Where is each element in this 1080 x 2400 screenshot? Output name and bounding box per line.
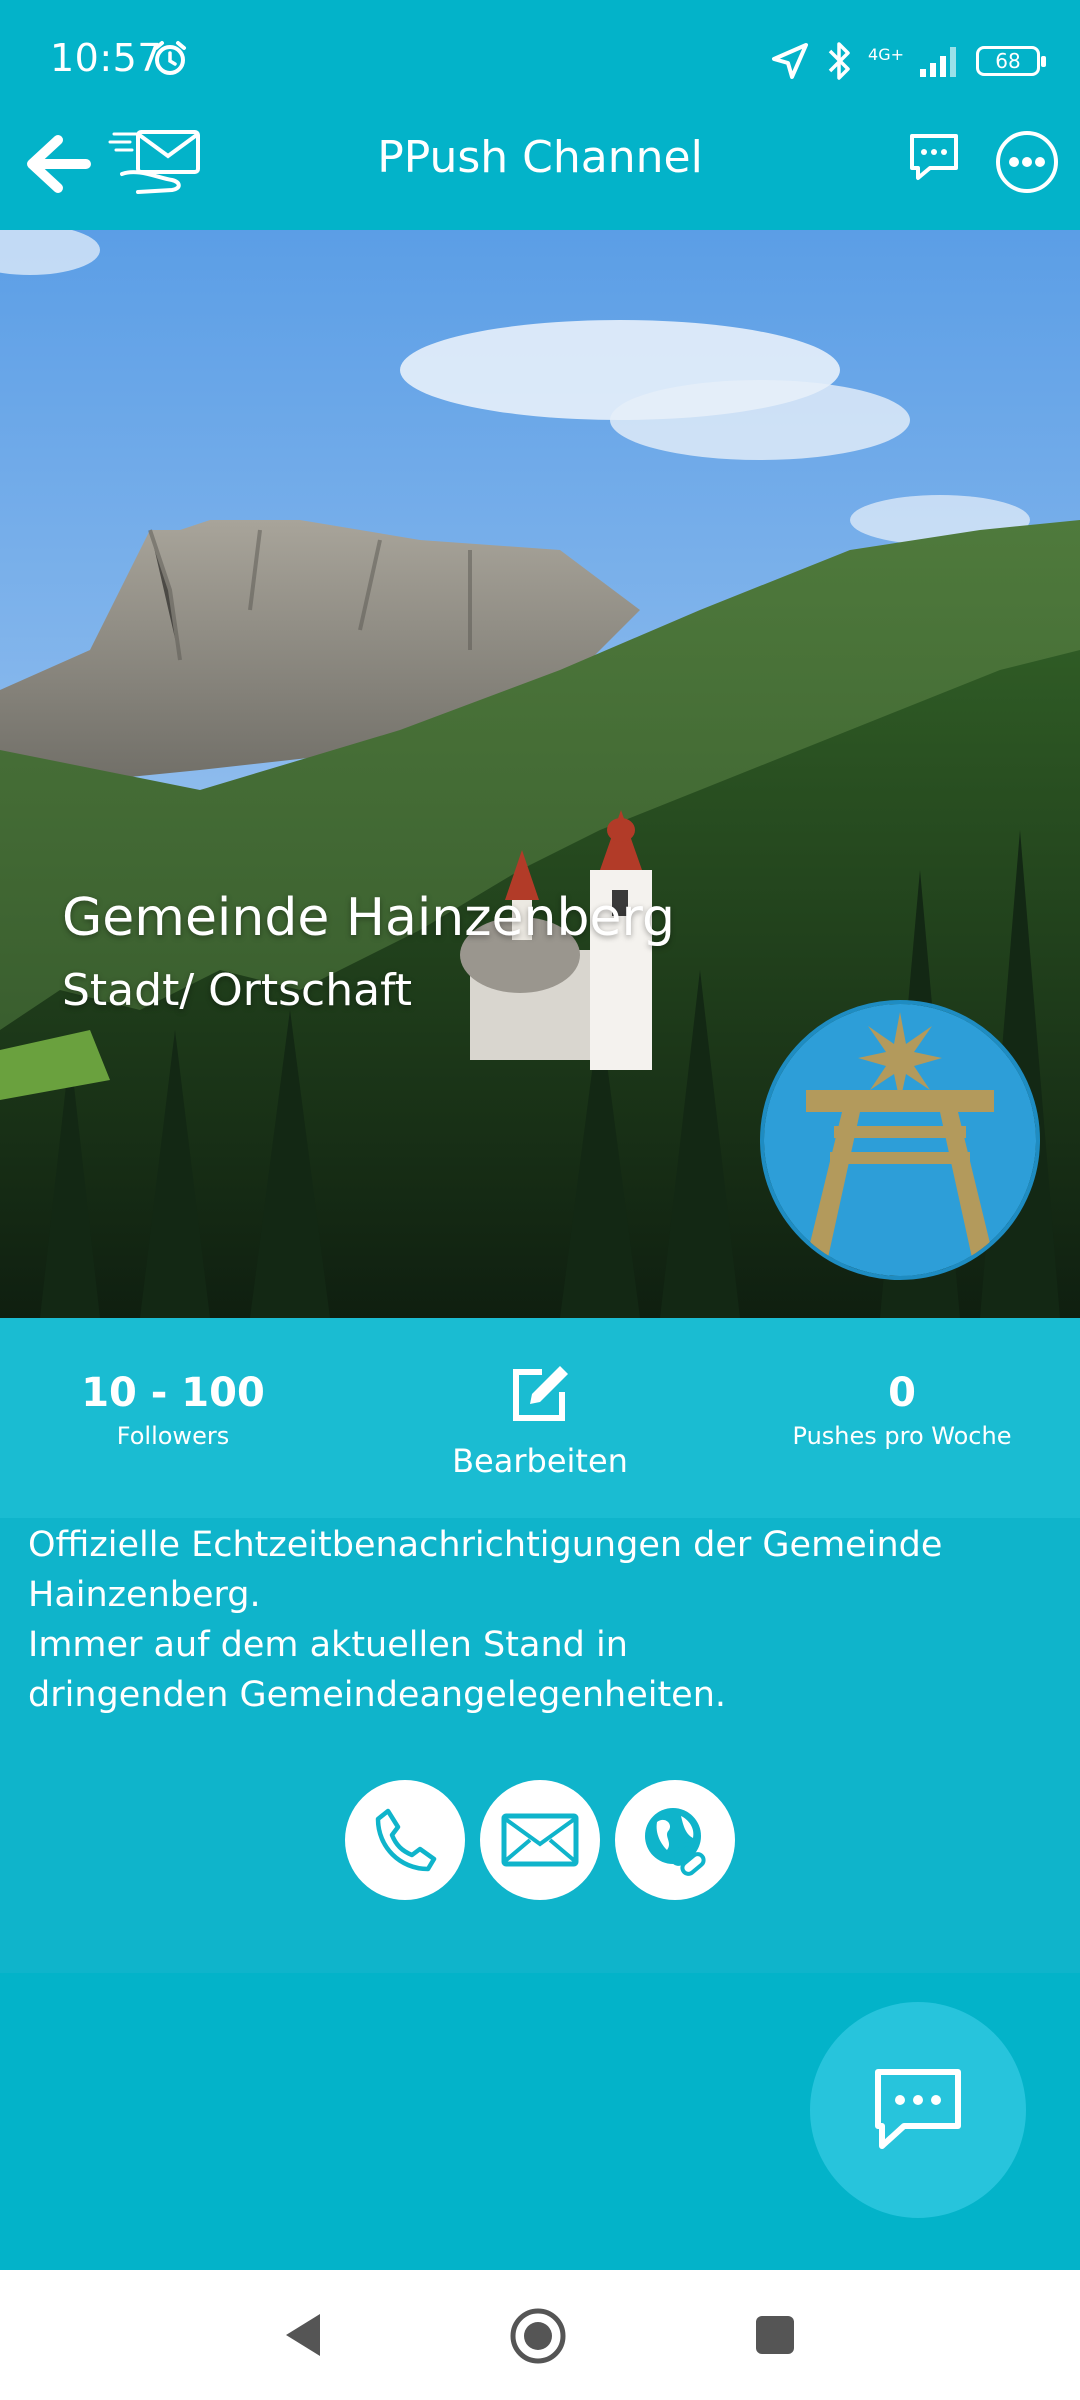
chat-icon[interactable] [906, 128, 962, 184]
signal-icon [920, 47, 956, 77]
email-icon [501, 1813, 579, 1867]
channel-description: Offizielle Echtzeitbenachrichtigungen de… [0, 1518, 1080, 1973]
chat-fab-button[interactable] [810, 2002, 1026, 2218]
status-indicators: 4G+ 68 [770, 36, 1046, 86]
channel-category: Stadt/ Ortschaft [62, 965, 413, 1016]
description-line-2: Immer auf dem aktuellen Stand in dringen… [28, 1625, 727, 1715]
pushes-label: Pushes pro Woche [792, 1422, 1012, 1450]
more-icon[interactable] [994, 129, 1060, 195]
phone-icon [375, 1808, 437, 1872]
alarm-icon [154, 41, 186, 75]
status-time: 10:57 [50, 36, 163, 80]
nav-back-icon[interactable] [280, 2310, 324, 2360]
chat-bubble-icon [875, 2069, 961, 2149]
location-icon [772, 43, 809, 79]
bluetooth-icon [828, 42, 850, 80]
phone-button[interactable] [345, 1780, 465, 1900]
network-type: 4G+ [868, 44, 904, 64]
email-button[interactable] [480, 1780, 600, 1900]
battery-indicator: 68 [976, 46, 1046, 76]
edit-icon [513, 1366, 568, 1421]
pushes-stat: 0 Pushes pro Woche [737, 1370, 1067, 1450]
nav-home-icon[interactable] [508, 2306, 568, 2366]
followers-label: Followers [116, 1422, 230, 1450]
web-icon [645, 1808, 706, 1876]
channel-avatar [760, 1000, 1040, 1280]
pushes-value: 0 [888, 1370, 916, 1416]
edit-button[interactable]: Bearbeiten [375, 1362, 705, 1480]
nav-recents-icon[interactable] [754, 2314, 796, 2356]
followers-stat: 10 - 100 Followers [8, 1370, 338, 1450]
description-line-1: Offizielle Echtzeitbenachrichtigungen de… [28, 1525, 943, 1615]
channel-name: Gemeinde Hainzenberg [62, 888, 675, 948]
website-button[interactable] [615, 1780, 735, 1900]
followers-value: 10 - 100 [81, 1370, 265, 1416]
edit-label: Bearbeiten [452, 1442, 628, 1480]
